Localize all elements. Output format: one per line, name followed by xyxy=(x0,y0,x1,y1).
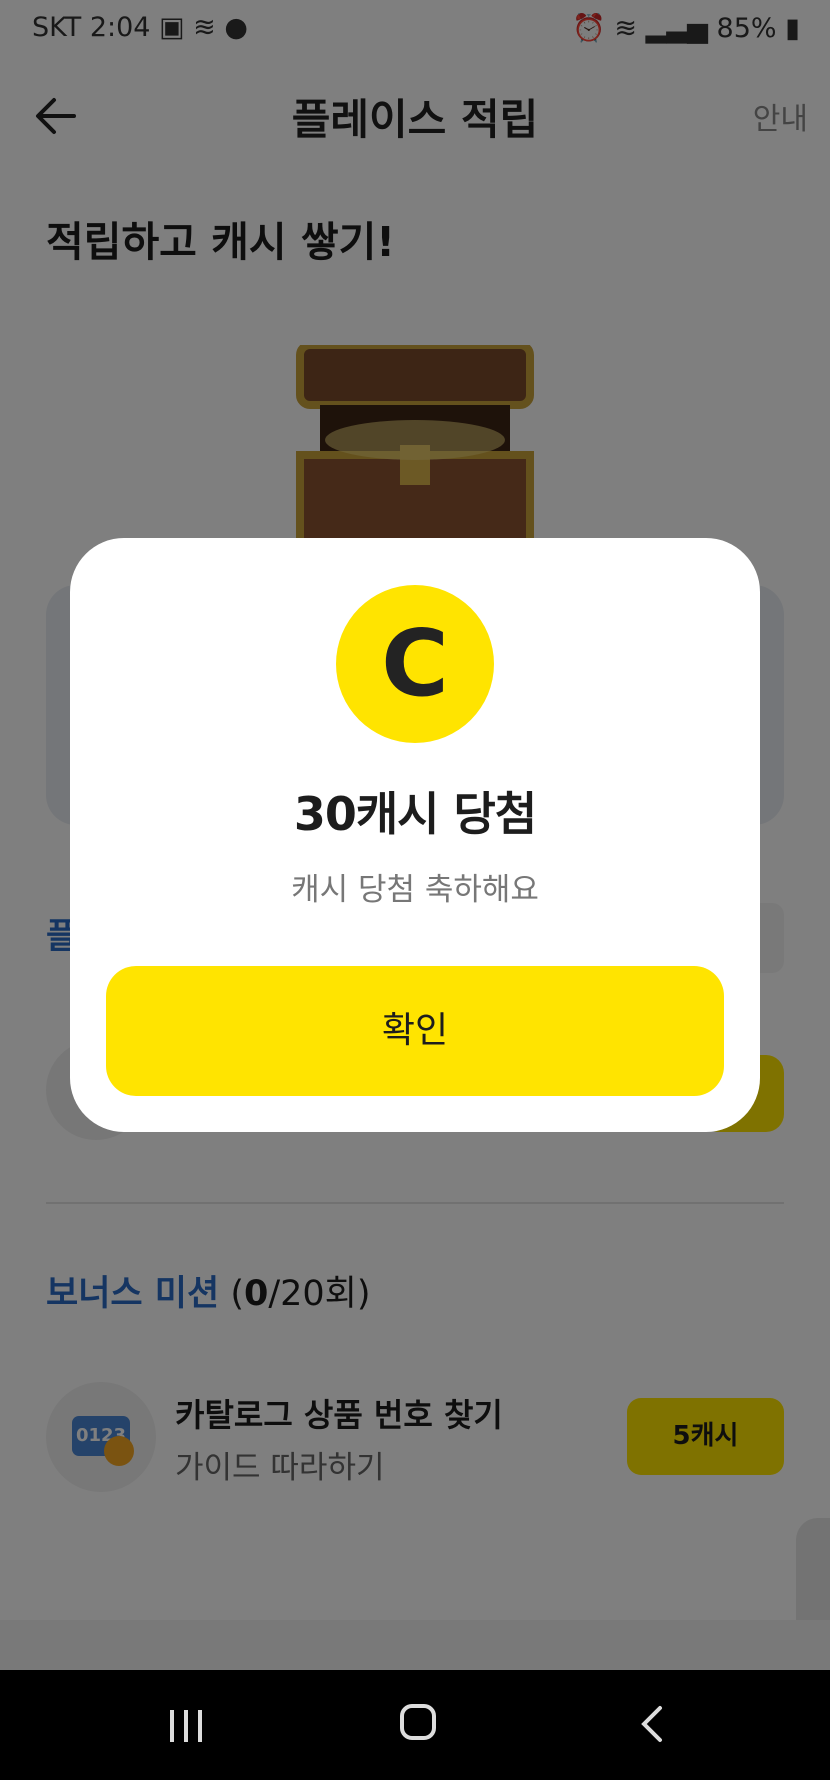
dialog-subtitle: 캐시 당첨 축하해요 xyxy=(291,872,539,908)
home-icon[interactable] xyxy=(398,1702,438,1742)
dialog-title: 30캐시 당첨 xyxy=(293,787,537,841)
coin-letter: C xyxy=(381,610,449,717)
recent-apps-icon[interactable] xyxy=(166,1706,206,1746)
system-back-icon[interactable] xyxy=(634,1704,670,1744)
confirm-button[interactable]: 확인 xyxy=(106,966,724,1096)
